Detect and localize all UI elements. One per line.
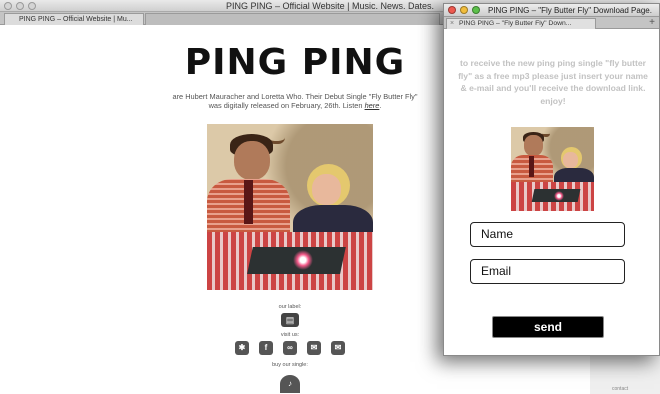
popup-tab-label: PING PING – "Fly Butter Fly" Down... — [459, 20, 572, 27]
lastfm-icon[interactable]: ∞ — [283, 341, 297, 355]
minimize-popup-icon[interactable] — [460, 6, 468, 14]
twitter-icon[interactable]: ✉ — [307, 341, 321, 355]
single-cover-photo — [511, 127, 594, 211]
facebook-icon[interactable]: f — [259, 341, 273, 355]
tab-close-icon[interactable]: × — [450, 19, 454, 29]
minimize-window-icon[interactable] — [16, 2, 24, 10]
download-popup-window: PING PING – "Fly Butter Fly" Download Pa… — [443, 3, 660, 356]
close-popup-icon[interactable] — [448, 6, 456, 14]
tab-label: PING PING – Official Website | Mu... — [19, 16, 133, 23]
popup-titlebar: PING PING – "Fly Butter Fly" Download Pa… — [444, 4, 659, 17]
email-icon[interactable]: ✉ — [331, 341, 345, 355]
new-tab-icon[interactable]: + — [649, 17, 655, 28]
close-window-icon[interactable] — [4, 2, 12, 10]
record-label-icon[interactable]: ▤ — [281, 313, 299, 327]
itunes-buy-icon[interactable]: ♪ — [280, 375, 300, 393]
band-photo — [207, 124, 373, 290]
our-label-heading: our label: — [278, 304, 302, 310]
footer-note[interactable]: contact — [612, 386, 628, 392]
popup-tabbar: × PING PING – "Fly Butter Fly" Down... + — [444, 17, 659, 29]
listen-here-link[interactable]: here — [365, 101, 380, 110]
tab-download-page-back[interactable] — [145, 13, 440, 25]
intro-end: . — [379, 101, 382, 110]
myspace-icon[interactable]: ✱ — [235, 341, 249, 355]
tab-official-website[interactable]: PING PING – Official Website | Mu... — [4, 13, 144, 25]
main-window-title: PING PING – Official Website | Music. Ne… — [225, 1, 435, 11]
window-controls — [4, 2, 36, 10]
page-title: PING PING — [184, 42, 406, 83]
tab-download-page[interactable]: × PING PING – "Fly Butter Fly" Down... — [446, 18, 596, 29]
download-message: to receive the new ping ping single "fly… — [458, 58, 648, 106]
email-field[interactable]: Email — [470, 259, 625, 284]
popup-title: PING PING – "Fly Butter Fly" Download Pa… — [488, 6, 652, 15]
buy-single-heading: buy our single: — [272, 362, 308, 368]
visit-us-heading: visit us: — [280, 332, 300, 338]
send-button[interactable]: send — [492, 316, 604, 338]
zoom-popup-icon[interactable] — [472, 6, 480, 14]
zoom-window-icon[interactable] — [28, 2, 36, 10]
intro-text: are Hubert Mauracher and Loretta Who. Th… — [165, 92, 425, 110]
popup-window-controls — [448, 6, 480, 14]
name-field[interactable]: Name — [470, 222, 625, 247]
